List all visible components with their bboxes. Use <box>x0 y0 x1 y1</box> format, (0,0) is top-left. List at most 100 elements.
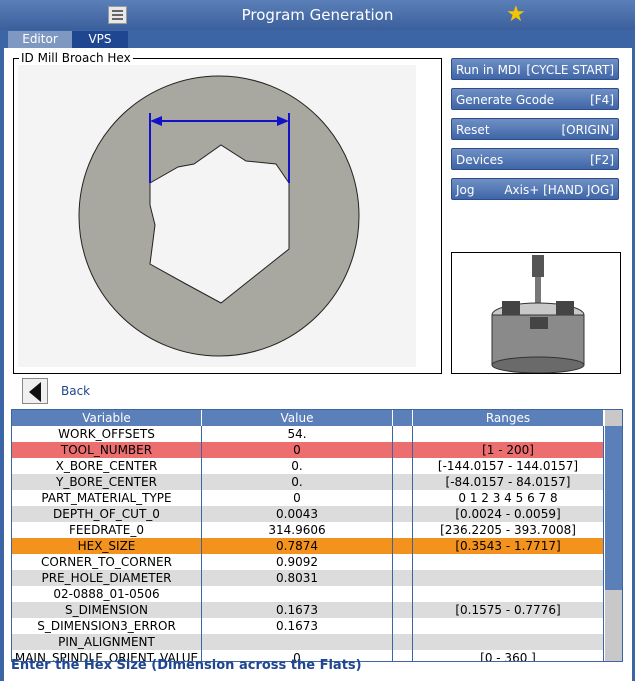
range-cell: [236.2205 - 393.7008] <box>413 522 604 538</box>
table-row[interactable]: TOOL_NUMBER 0 [1 - 200] <box>12 442 604 458</box>
table-row[interactable]: PART_MATERIAL_TYPE 0 0 1 2 3 4 5 6 7 8 <box>12 490 604 506</box>
devices-label: Devices <box>456 153 504 167</box>
range-cell: [-144.0157 - 144.0157] <box>413 458 604 474</box>
table-row[interactable]: 02-0888_01-0506 <box>12 586 604 602</box>
range-cell: [0.3543 - 1.7717] <box>413 538 604 554</box>
variable-cell: S_DIMENSION <box>12 602 202 618</box>
blank-cell <box>393 490 413 506</box>
value-cell <box>202 586 393 602</box>
blank-cell <box>393 602 413 618</box>
blank-cell <box>393 570 413 586</box>
figure-label: ID Mill Broach Hex <box>19 51 133 65</box>
value-cell: 0. <box>202 458 393 474</box>
back-arrow-icon <box>29 382 41 402</box>
table-row[interactable]: FEEDRATE_0 314.9606 [236.2205 - 393.7008] <box>12 522 604 538</box>
header-blank <box>393 410 413 426</box>
table-row[interactable]: PIN_ALIGNMENT <box>12 634 604 650</box>
variable-cell: Y_BORE_CENTER <box>12 474 202 490</box>
value-cell: 0.8031 <box>202 570 393 586</box>
variable-cell: TOOL_NUMBER <box>12 442 202 458</box>
range-cell <box>413 634 604 650</box>
table-row[interactable]: Y_BORE_CENTER 0. [-84.0157 - 84.0157] <box>12 474 604 490</box>
reset-label: Reset <box>456 123 490 137</box>
scrollbar-thumb[interactable] <box>605 426 622 590</box>
machine-preview-image <box>451 252 621 374</box>
value-cell: 0. <box>202 474 393 490</box>
star-icon[interactable]: ★ <box>506 3 526 27</box>
value-cell: 314.9606 <box>202 522 393 538</box>
blank-cell <box>393 522 413 538</box>
range-cell <box>413 570 604 586</box>
tab-editor[interactable]: Editor <box>8 31 72 48</box>
table-row[interactable]: WORK_OFFSETS 54. <box>12 426 604 442</box>
jog-button[interactable]: Jog Axis+ [HAND JOG] <box>451 178 619 200</box>
blank-cell <box>393 474 413 490</box>
tab-vps[interactable]: VPS <box>72 31 128 48</box>
variable-cell: FEEDRATE_0 <box>12 522 202 538</box>
blank-cell <box>393 426 413 442</box>
jog-key: Axis+ [HAND JOG] <box>504 183 614 197</box>
range-cell <box>413 586 604 602</box>
variable-cell: DEPTH_OF_CUT_0 <box>12 506 202 522</box>
range-cell <box>413 618 604 634</box>
value-cell: 54. <box>202 426 393 442</box>
value-cell <box>202 634 393 650</box>
window-title: Program Generation <box>241 6 394 24</box>
variables-table: Variable Value Ranges WORK_OFFSETS 54. TOO… <box>11 409 623 662</box>
variable-cell: HEX_SIZE <box>12 538 202 554</box>
variable-cell: WORK_OFFSETS <box>12 426 202 442</box>
variable-cell: PART_MATERIAL_TYPE <box>12 490 202 506</box>
generate-gcode-key: [F4] <box>590 93 614 107</box>
table-row[interactable]: CORNER_TO_CORNER 0.9092 <box>12 554 604 570</box>
table-row[interactable]: PRE_HOLE_DIAMETER 0.8031 <box>12 570 604 586</box>
back-link[interactable]: Back <box>61 384 90 398</box>
range-cell: [-84.0157 - 84.0157] <box>413 474 604 490</box>
title-bar: Program Generation ★ <box>0 0 635 30</box>
value-cell: 0.7874 <box>202 538 393 554</box>
table-header: Variable Value Ranges <box>12 410 604 426</box>
table-body: WORK_OFFSETS 54. TOOL_NUMBER 0 [1 - 200] X_BO… <box>12 426 604 661</box>
header-value: Value <box>202 410 393 426</box>
blank-cell <box>393 650 413 661</box>
back-button[interactable] <box>22 378 48 404</box>
blank-cell <box>393 458 413 474</box>
run-in-mdi-label: Run in MDI <box>456 63 521 77</box>
table-row[interactable]: DEPTH_OF_CUT_0 0.0043 [0.0024 - 0.0059] <box>12 506 604 522</box>
status-text: Enter the Hex Size (Dimension across the… <box>11 658 362 673</box>
generate-gcode-label: Generate Gcode <box>456 93 555 107</box>
run-in-mdi-key: [CYCLE START] <box>526 63 614 77</box>
table-row[interactable]: HEX_SIZE 0.7874 [0.3543 - 1.7717] <box>12 538 604 554</box>
range-cell <box>413 554 604 570</box>
chuck-icon <box>491 255 585 374</box>
table-row[interactable]: S_DIMENSION3_ERROR 0.1673 <box>12 618 604 634</box>
value-cell: 0.1673 <box>202 602 393 618</box>
header-variable: Variable <box>12 410 202 426</box>
range-cell: [0 - 360 ] <box>413 650 604 661</box>
header-ranges: Ranges <box>413 410 604 426</box>
blank-cell <box>393 586 413 602</box>
variable-cell: S_DIMENSION3_ERROR <box>12 618 202 634</box>
devices-key: [F2] <box>590 153 614 167</box>
variable-cell: PRE_HOLE_DIAMETER <box>12 570 202 586</box>
range-cell: [0.1575 - 0.7776] <box>413 602 604 618</box>
variable-cell: CORNER_TO_CORNER <box>12 554 202 570</box>
reset-button[interactable]: Reset [ORIGIN] <box>451 118 619 140</box>
value-cell: 0.9092 <box>202 554 393 570</box>
range-cell: [1 - 200] <box>413 442 604 458</box>
range-cell: 0 1 2 3 4 5 6 7 8 <box>413 490 604 506</box>
table-row[interactable]: X_BORE_CENTER 0. [-144.0157 - 144.0157] <box>12 458 604 474</box>
value-cell: 0.1673 <box>202 618 393 634</box>
variable-cell: 02-0888_01-0506 <box>12 586 202 602</box>
scrollbar[interactable] <box>605 410 622 661</box>
range-cell <box>413 426 604 442</box>
variable-cell: X_BORE_CENTER <box>12 458 202 474</box>
value-cell: 0 <box>202 442 393 458</box>
run-in-mdi-button[interactable]: Run in MDI [CYCLE START] <box>451 58 619 80</box>
value-cell: 0.0043 <box>202 506 393 522</box>
table-row[interactable]: S_DIMENSION 0.1673 [0.1575 - 0.7776] <box>12 602 604 618</box>
devices-button[interactable]: Devices [F2] <box>451 148 619 170</box>
blank-cell <box>393 634 413 650</box>
range-cell: [0.0024 - 0.0059] <box>413 506 604 522</box>
blank-cell <box>393 538 413 554</box>
generate-gcode-button[interactable]: Generate Gcode [F4] <box>451 88 619 110</box>
